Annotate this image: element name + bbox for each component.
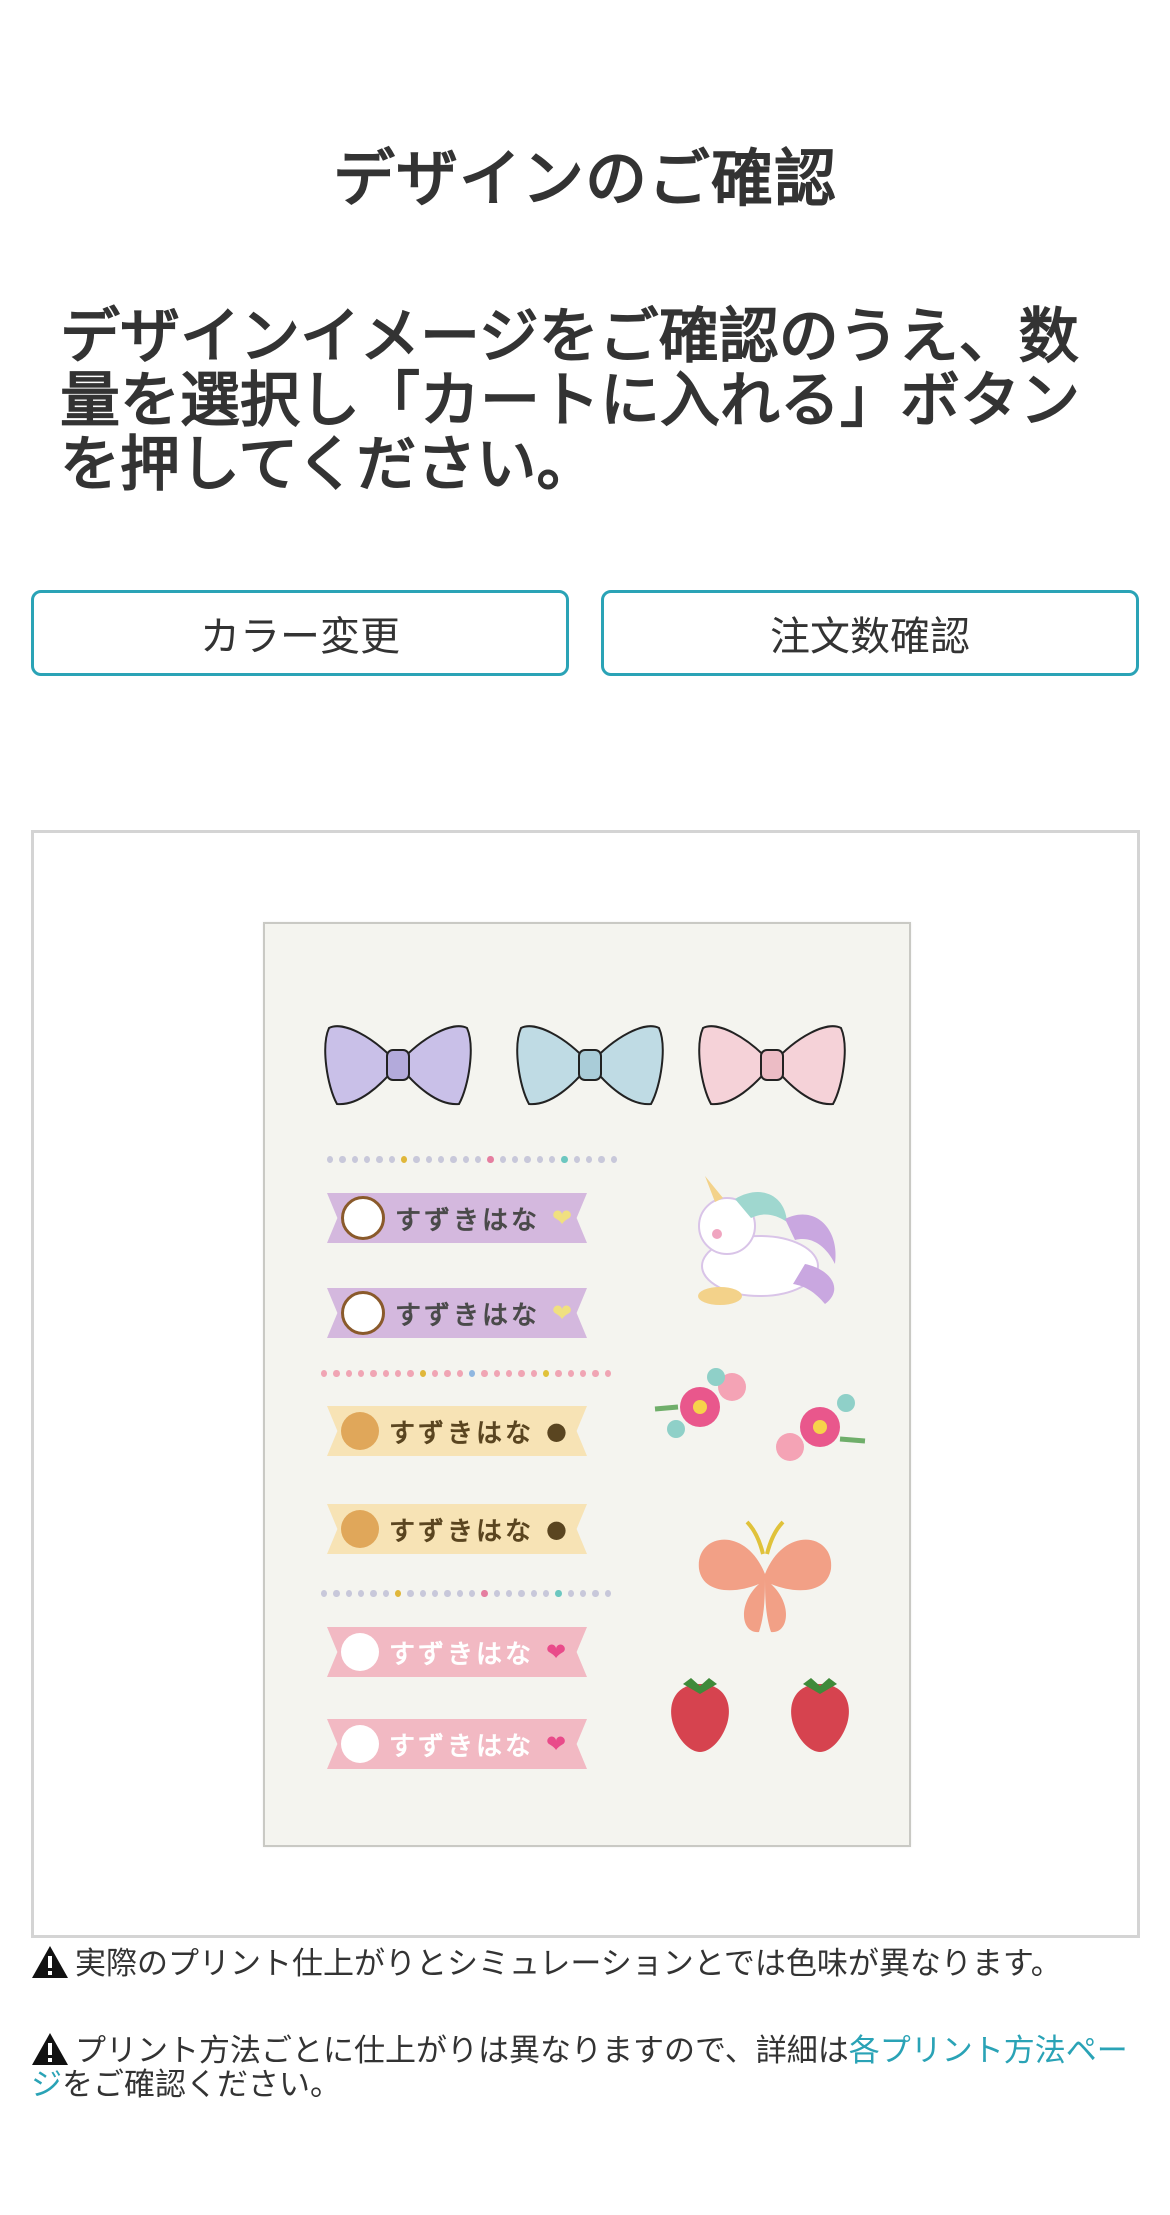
warning-icon <box>32 2033 68 2065</box>
heart-icon: ❤ <box>546 1638 567 1666</box>
design-preview: すずきはな ❤ すずきはな ❤ すずきはな ● すずきはな ● すずきはな ❤ <box>31 830 1140 1938</box>
bone-icon: ❤ <box>552 1299 573 1327</box>
print-method-note-text: プリント方法ごとに仕上がりは異なりますので、詳細は <box>75 2033 849 2069</box>
dog-icon <box>341 1291 385 1335</box>
print-method-note-suffix: をご確認ください。 <box>62 2067 341 2103</box>
name-label-text: すずきはな <box>395 1300 541 1331</box>
name-label-text: すずきはな <box>389 1418 535 1449</box>
name-label-text: すずきはな <box>389 1516 535 1547</box>
bone-icon: ❤ <box>552 1204 573 1232</box>
rabbit-icon <box>341 1633 379 1671</box>
name-label-text: すずきはな <box>389 1639 535 1670</box>
heart-icon: ❤ <box>546 1730 567 1758</box>
name-label: すずきはな ● <box>327 1504 587 1554</box>
cat-icon <box>341 1510 379 1548</box>
bow-icon <box>698 1025 846 1106</box>
name-label: すずきはな ❤ <box>327 1627 587 1677</box>
warning-icon <box>32 1946 68 1978</box>
color-change-button[interactable]: カラー変更 <box>31 590 569 676</box>
name-label-text: すずきはな <box>389 1731 535 1762</box>
unicorn-icon <box>698 1176 836 1305</box>
instruction-text: デザインイメージをご確認のうえ、数量を選択し「カートに入れる」ボタンを押してくだ… <box>60 302 1080 500</box>
bow-icon <box>324 1025 472 1106</box>
paw-icon: ● <box>546 1417 567 1445</box>
print-method-note: プリント方法ごとに仕上がりは異なりますので、詳細は各プリント方法ページをご確認く… <box>31 2032 1141 2102</box>
flowers-icon <box>654 1368 866 1461</box>
name-label: すずきはな ❤ <box>327 1193 587 1243</box>
sticker-sheet: すずきはな ❤ すずきはな ❤ すずきはな ● すずきはな ● すずきはな ❤ <box>263 922 911 1847</box>
cat-icon <box>341 1412 379 1450</box>
strawberry-icon <box>791 1678 849 1752</box>
rabbit-icon <box>341 1725 379 1763</box>
dot-divider <box>327 1152 617 1166</box>
color-disclaimer-text: 実際のプリント仕上がりとシミュレーションとでは色味が異なります。 <box>75 1946 1062 1982</box>
dot-divider <box>321 1586 611 1600</box>
order-count-button[interactable]: 注文数確認 <box>601 590 1139 676</box>
bow-icon <box>516 1025 664 1106</box>
strawberry-icon <box>671 1678 729 1752</box>
butterfly-icon <box>698 1520 832 1633</box>
dot-divider <box>321 1366 611 1380</box>
name-label: すずきはな ❤ <box>327 1288 587 1338</box>
color-disclaimer: 実際のプリント仕上がりとシミュレーションとでは色味が異なります。 <box>31 1945 1141 1981</box>
name-label: すずきはな ❤ <box>327 1719 587 1769</box>
paw-icon: ● <box>546 1515 567 1543</box>
page-title: デザインのご確認 <box>332 142 837 215</box>
dog-icon <box>341 1196 385 1240</box>
name-label-text: すずきはな <box>395 1205 541 1236</box>
name-label: すずきはな ● <box>327 1406 587 1456</box>
